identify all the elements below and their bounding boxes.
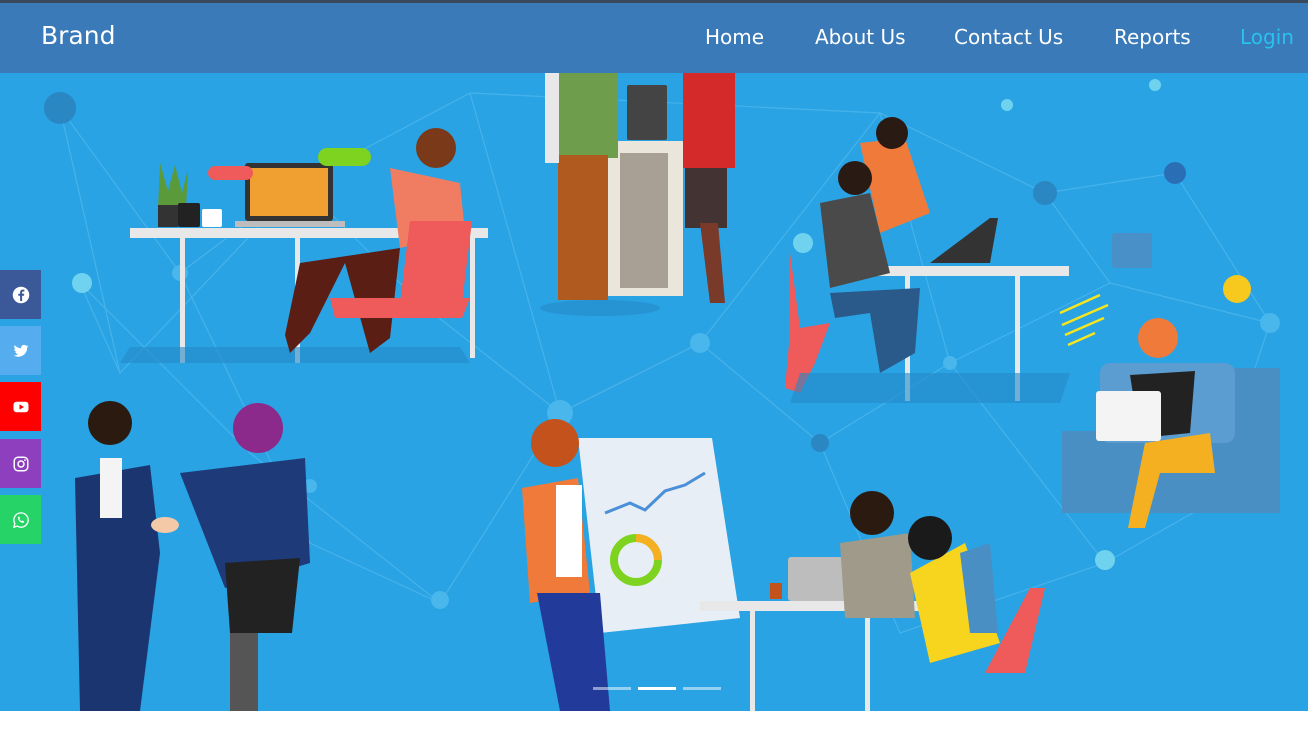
carousel-indicator-2[interactable] xyxy=(638,687,676,690)
instagram-link[interactable] xyxy=(0,439,41,488)
nav-link-contact-us[interactable]: Contact Us xyxy=(954,25,1063,49)
whatsapp-icon xyxy=(12,511,29,528)
hero-carousel xyxy=(0,73,1308,711)
carousel-indicator-3[interactable] xyxy=(683,687,721,690)
navbar: Brand Home About Us Contact Us Reports L… xyxy=(0,3,1308,73)
nav-link-login[interactable]: Login xyxy=(1240,25,1294,49)
youtube-link[interactable] xyxy=(0,382,41,431)
hero-illustration xyxy=(44,73,1280,711)
nav-links: Home About Us Contact Us Reports Login xyxy=(0,25,1308,55)
twitter-icon xyxy=(13,344,29,357)
nav-link-about-us[interactable]: About Us xyxy=(815,25,906,49)
twitter-link[interactable] xyxy=(0,326,41,375)
facebook-link[interactable] xyxy=(0,270,41,319)
nav-link-home[interactable]: Home xyxy=(705,25,764,49)
nav-link-reports[interactable]: Reports xyxy=(1114,25,1191,49)
facebook-icon xyxy=(12,286,29,303)
carousel-indicator-1[interactable] xyxy=(593,687,631,690)
youtube-icon xyxy=(13,401,28,412)
whatsapp-link[interactable] xyxy=(0,495,41,544)
instagram-icon xyxy=(13,456,28,471)
